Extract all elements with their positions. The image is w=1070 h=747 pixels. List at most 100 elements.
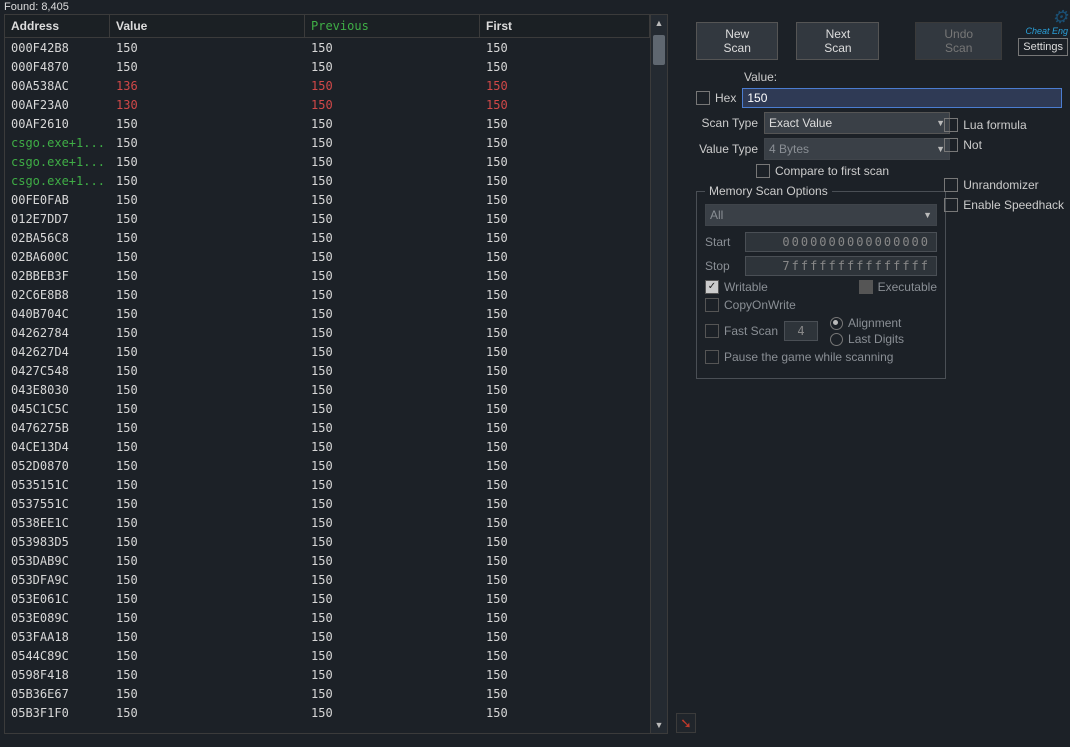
- cell-previous: 150: [305, 649, 480, 663]
- hex-checkbox[interactable]: Hex: [696, 91, 736, 105]
- cell-value: 150: [110, 630, 305, 644]
- col-header-previous[interactable]: Previous: [305, 15, 480, 37]
- settings-button[interactable]: Settings: [1018, 38, 1068, 56]
- col-header-address[interactable]: Address: [5, 15, 110, 37]
- next-scan-button[interactable]: Next Scan: [796, 22, 879, 60]
- start-input[interactable]: [745, 232, 937, 252]
- scroll-up-icon[interactable]: ▲: [651, 15, 667, 31]
- cell-value: 150: [110, 288, 305, 302]
- cell-address: 04CE13D4: [5, 440, 110, 454]
- cell-first: 150: [480, 307, 650, 321]
- mem-region-select[interactable]: All▼: [705, 204, 937, 226]
- table-row[interactable]: 000F4870150150150: [5, 57, 650, 76]
- table-row[interactable]: 0537551C150150150: [5, 494, 650, 513]
- cell-value: 150: [110, 60, 305, 74]
- table-row[interactable]: 04CE13D4150150150: [5, 437, 650, 456]
- cell-previous: 150: [305, 402, 480, 416]
- value-type-select[interactable]: 4 Bytes▼: [764, 138, 950, 160]
- cell-first: 150: [480, 288, 650, 302]
- cell-previous: 150: [305, 611, 480, 625]
- cell-first: 150: [480, 326, 650, 340]
- table-row[interactable]: 0544C89C150150150: [5, 646, 650, 665]
- results-scrollbar[interactable]: ▲ ▼: [650, 15, 667, 733]
- table-row[interactable]: 042627D4150150150: [5, 342, 650, 361]
- cell-value: 150: [110, 326, 305, 340]
- not-checkbox[interactable]: Not: [944, 138, 1064, 152]
- lua-formula-checkbox[interactable]: Lua formula: [944, 118, 1064, 132]
- table-row[interactable]: 053DFA9C150150150: [5, 570, 650, 589]
- cell-value: 150: [110, 212, 305, 226]
- cell-address: 053DFA9C: [5, 573, 110, 587]
- scroll-down-icon[interactable]: ▼: [651, 717, 667, 733]
- table-row[interactable]: csgo.exe+1...150150150: [5, 152, 650, 171]
- table-row[interactable]: 04262784150150150: [5, 323, 650, 342]
- cell-value: 136: [110, 79, 305, 93]
- results-panel: Address Value Previous First 000F42B8150…: [4, 14, 668, 734]
- table-row[interactable]: csgo.exe+1...150150150: [5, 171, 650, 190]
- table-row[interactable]: csgo.exe+1...150150150: [5, 133, 650, 152]
- cell-value: 150: [110, 706, 305, 720]
- table-row[interactable]: 02BBEB3F150150150: [5, 266, 650, 285]
- table-row[interactable]: 012E7DD7150150150: [5, 209, 650, 228]
- writable-checkbox[interactable]: ✓Writable: [705, 280, 768, 294]
- cell-value: 150: [110, 307, 305, 321]
- scroll-thumb[interactable]: [653, 35, 665, 65]
- table-row[interactable]: 0538EE1C150150150: [5, 513, 650, 532]
- table-row[interactable]: 00FE0FAB150150150: [5, 190, 650, 209]
- table-row[interactable]: 0427C548150150150: [5, 361, 650, 380]
- new-scan-button[interactable]: New Scan: [696, 22, 778, 60]
- table-row[interactable]: 053FAA18150150150: [5, 627, 650, 646]
- table-row[interactable]: 00AF2610150150150: [5, 114, 650, 133]
- alignment-radio[interactable]: Alignment: [830, 316, 904, 330]
- cell-first: 150: [480, 516, 650, 530]
- table-row[interactable]: 052D0870150150150: [5, 456, 650, 475]
- table-row[interactable]: 053983D5150150150: [5, 532, 650, 551]
- table-row[interactable]: 000F42B8150150150: [5, 38, 650, 57]
- cell-value: 150: [110, 668, 305, 682]
- table-row[interactable]: 053E061C150150150: [5, 589, 650, 608]
- undo-scan-button[interactable]: Undo Scan: [915, 22, 1002, 60]
- fastscan-input[interactable]: [784, 321, 818, 341]
- fastscan-checkbox[interactable]: Fast Scan: [705, 324, 778, 338]
- table-row[interactable]: 0476275B150150150: [5, 418, 650, 437]
- table-row[interactable]: 02C6E8B8150150150: [5, 285, 650, 304]
- executable-checkbox[interactable]: Executable: [859, 280, 937, 294]
- cell-address: 02C6E8B8: [5, 288, 110, 302]
- cell-value: 150: [110, 174, 305, 188]
- table-row[interactable]: 00A538AC136150150: [5, 76, 650, 95]
- cell-value: 150: [110, 611, 305, 625]
- memory-scan-options: Memory Scan Options All▼ Start Stop ✓Wri…: [696, 184, 946, 379]
- speedhack-checkbox[interactable]: Enable Speedhack: [944, 198, 1064, 212]
- table-row[interactable]: 05B36E67150150150: [5, 684, 650, 703]
- col-header-first[interactable]: First: [480, 15, 650, 37]
- table-row[interactable]: 02BA56C8150150150: [5, 228, 650, 247]
- unrandomizer-checkbox[interactable]: Unrandomizer: [944, 178, 1064, 192]
- cell-value: 150: [110, 117, 305, 131]
- results-list[interactable]: 000F42B8150150150000F487015015015000A538…: [5, 38, 650, 733]
- app-logo: ⚙ Cheat Eng: [1025, 8, 1068, 36]
- table-row[interactable]: 043E8030150150150: [5, 380, 650, 399]
- memory-options-legend: Memory Scan Options: [705, 184, 832, 198]
- table-row[interactable]: 053E089C150150150: [5, 608, 650, 627]
- cell-previous: 150: [305, 212, 480, 226]
- scan-type-select[interactable]: Exact Value▼: [764, 112, 950, 134]
- splitter-arrow-icon[interactable]: ➘: [676, 713, 696, 733]
- cell-address: 00FE0FAB: [5, 193, 110, 207]
- cell-first: 150: [480, 155, 650, 169]
- table-row[interactable]: 053DAB9C150150150: [5, 551, 650, 570]
- table-row[interactable]: 02BA600C150150150: [5, 247, 650, 266]
- table-row[interactable]: 045C1C5C150150150: [5, 399, 650, 418]
- stop-input[interactable]: [745, 256, 937, 276]
- copyonwrite-checkbox[interactable]: CopyOnWrite: [705, 298, 796, 312]
- table-row[interactable]: 00AF23A0130150150: [5, 95, 650, 114]
- table-row[interactable]: 05B3F1F0150150150: [5, 703, 650, 722]
- lastdigits-radio[interactable]: Last Digits: [830, 332, 904, 346]
- compare-first-checkbox[interactable]: Compare to first scan: [756, 164, 889, 178]
- table-row[interactable]: 0535151C150150150: [5, 475, 650, 494]
- cell-previous: 150: [305, 459, 480, 473]
- pause-checkbox[interactable]: Pause the game while scanning: [705, 350, 893, 364]
- cell-value: 150: [110, 687, 305, 701]
- col-header-value[interactable]: Value: [110, 15, 305, 37]
- table-row[interactable]: 0598F418150150150: [5, 665, 650, 684]
- table-row[interactable]: 040B704C150150150: [5, 304, 650, 323]
